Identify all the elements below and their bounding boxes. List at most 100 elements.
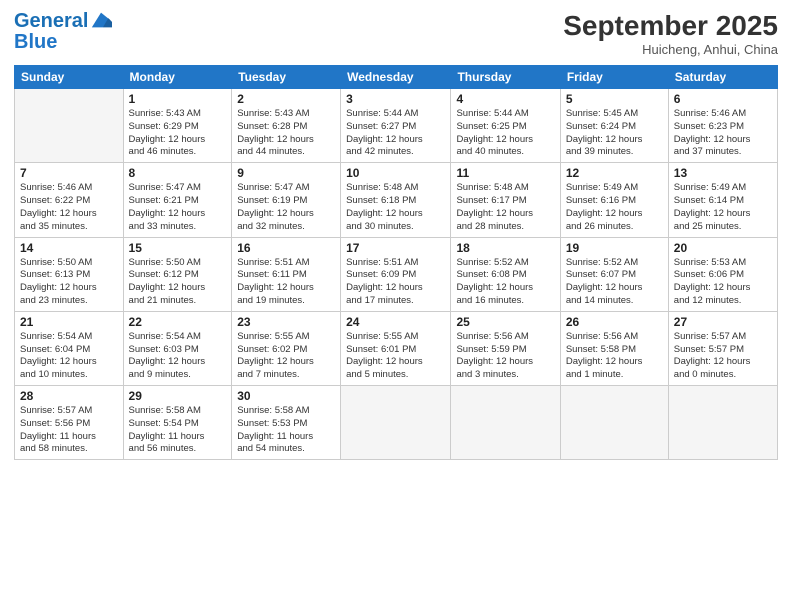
day-number: 10 — [346, 166, 445, 180]
cell-week0-day1: 1 Sunrise: 5:43 AM Sunset: 6:29 PM Daylig… — [123, 89, 232, 163]
cell-week1-day5: 12Sunrise: 5:49 AM Sunset: 6:16 PM Dayli… — [560, 163, 668, 237]
day-info: Sunrise: 5:54 AM Sunset: 6:04 PM Dayligh… — [20, 331, 118, 382]
day-info: Sunrise: 5:50 AM Sunset: 6:12 PM Dayligh… — [129, 257, 227, 308]
day-info: Sunrise: 5:57 AM Sunset: 5:56 PM Dayligh… — [20, 405, 118, 456]
day-info: Sunrise: 5:53 AM Sunset: 6:06 PM Dayligh… — [674, 257, 772, 308]
cell-week3-day4: 25 Sunrise: 5:56 AM Sunset: 5:59 PM Dayli… — [451, 311, 560, 385]
day-number: 1 — [129, 92, 227, 106]
day-info: Sunrise: 5:56 AM Sunset: 5:58 PM Dayligh… — [566, 331, 663, 382]
cell-week2-day3: 17 Sunrise: 5:51 AM Sunset: 6:09 PM Dayli… — [341, 237, 451, 311]
day-info: Sunrise: 5:54 AM Sunset: 6:03 PM Dayligh… — [129, 331, 227, 382]
cell-week1-day1: 8Sunrise: 5:47 AM Sunset: 6:21 PM Daylig… — [123, 163, 232, 237]
header-saturday: Saturday — [668, 66, 777, 89]
day-info: Sunrise: 5:46 AM Sunset: 6:22 PM Dayligh… — [20, 182, 118, 233]
day-number: 6 — [674, 92, 772, 106]
logo-blue: Blue — [14, 32, 112, 52]
day-number: 3 — [346, 92, 445, 106]
week-row-3: 21 Sunrise: 5:54 AM Sunset: 6:04 PM Dayli… — [15, 311, 778, 385]
day-number: 24 — [346, 315, 445, 329]
cell-week2-day2: 16 Sunrise: 5:51 AM Sunset: 6:11 PM Dayli… — [232, 237, 341, 311]
header-friday: Friday — [560, 66, 668, 89]
logo: General Blue — [14, 10, 112, 52]
cell-week2-day6: 20 Sunrise: 5:53 AM Sunset: 6:06 PM Dayli… — [668, 237, 777, 311]
weekday-header-row: Sunday Monday Tuesday Wednesday Thursday… — [15, 66, 778, 89]
day-number: 5 — [566, 92, 663, 106]
cell-week4-day3 — [341, 386, 451, 460]
cell-week1-day3: 10Sunrise: 5:48 AM Sunset: 6:18 PM Dayli… — [341, 163, 451, 237]
day-number: 25 — [456, 315, 554, 329]
cell-week3-day1: 22 Sunrise: 5:54 AM Sunset: 6:03 PM Dayli… — [123, 311, 232, 385]
day-info: Sunrise: 5:58 AM Sunset: 5:54 PM Dayligh… — [129, 405, 227, 456]
day-info: Sunrise: 5:55 AM Sunset: 6:01 PM Dayligh… — [346, 331, 445, 382]
day-info: Sunrise: 5:49 AM Sunset: 6:16 PM Dayligh… — [566, 182, 663, 233]
title-block: September 2025 Huicheng, Anhui, China — [563, 10, 778, 57]
day-number: 2 — [237, 92, 335, 106]
cell-week4-day5 — [560, 386, 668, 460]
week-row-2: 14Sunrise: 5:50 AM Sunset: 6:13 PM Dayli… — [15, 237, 778, 311]
cell-week1-day6: 13 Sunrise: 5:49 AM Sunset: 6:14 PM Dayli… — [668, 163, 777, 237]
calendar-table: Sunday Monday Tuesday Wednesday Thursday… — [14, 65, 778, 460]
day-info: Sunrise: 5:57 AM Sunset: 5:57 PM Dayligh… — [674, 331, 772, 382]
cell-week3-day0: 21 Sunrise: 5:54 AM Sunset: 6:04 PM Dayli… — [15, 311, 124, 385]
cell-week4-day1: 29 Sunrise: 5:58 AM Sunset: 5:54 PM Dayli… — [123, 386, 232, 460]
day-number: 18 — [456, 241, 554, 255]
cell-week1-day2: 9Sunrise: 5:47 AM Sunset: 6:19 PM Daylig… — [232, 163, 341, 237]
day-number: 27 — [674, 315, 772, 329]
calendar-page: General Blue September 2025 Huicheng, An… — [0, 0, 792, 612]
day-info: Sunrise: 5:44 AM Sunset: 6:27 PM Dayligh… — [346, 108, 445, 159]
day-number: 7 — [20, 166, 118, 180]
day-info: Sunrise: 5:43 AM Sunset: 6:29 PM Dayligh… — [129, 108, 227, 159]
cell-week2-day0: 14Sunrise: 5:50 AM Sunset: 6:13 PM Dayli… — [15, 237, 124, 311]
day-number: 20 — [674, 241, 772, 255]
day-info: Sunrise: 5:43 AM Sunset: 6:28 PM Dayligh… — [237, 108, 335, 159]
cell-week4-day0: 28 Sunrise: 5:57 AM Sunset: 5:56 PM Dayli… — [15, 386, 124, 460]
day-number: 26 — [566, 315, 663, 329]
header-thursday: Thursday — [451, 66, 560, 89]
header-tuesday: Tuesday — [232, 66, 341, 89]
cell-week0-day6: 6 Sunrise: 5:46 AM Sunset: 6:23 PM Daylig… — [668, 89, 777, 163]
day-number: 29 — [129, 389, 227, 403]
day-info: Sunrise: 5:47 AM Sunset: 6:21 PM Dayligh… — [129, 182, 227, 233]
cell-week4-day6 — [668, 386, 777, 460]
week-row-0: 1 Sunrise: 5:43 AM Sunset: 6:29 PM Daylig… — [15, 89, 778, 163]
month-title: September 2025 — [563, 10, 778, 42]
day-number: 13 — [674, 166, 772, 180]
day-number: 23 — [237, 315, 335, 329]
day-info: Sunrise: 5:51 AM Sunset: 6:09 PM Dayligh… — [346, 257, 445, 308]
cell-week2-day4: 18 Sunrise: 5:52 AM Sunset: 6:08 PM Dayli… — [451, 237, 560, 311]
day-number: 16 — [237, 241, 335, 255]
day-info: Sunrise: 5:56 AM Sunset: 5:59 PM Dayligh… — [456, 331, 554, 382]
day-info: Sunrise: 5:51 AM Sunset: 6:11 PM Dayligh… — [237, 257, 335, 308]
header: General Blue September 2025 Huicheng, An… — [14, 10, 778, 57]
cell-week4-day2: 30Sunrise: 5:58 AM Sunset: 5:53 PM Dayli… — [232, 386, 341, 460]
day-number: 15 — [129, 241, 227, 255]
cell-week4-day4 — [451, 386, 560, 460]
day-number: 22 — [129, 315, 227, 329]
day-number: 14 — [20, 241, 118, 255]
day-number: 28 — [20, 389, 118, 403]
day-number: 21 — [20, 315, 118, 329]
cell-week3-day2: 23 Sunrise: 5:55 AM Sunset: 6:02 PM Dayli… — [232, 311, 341, 385]
day-info: Sunrise: 5:58 AM Sunset: 5:53 PM Dayligh… — [237, 405, 335, 456]
cell-week0-day5: 5Sunrise: 5:45 AM Sunset: 6:24 PM Daylig… — [560, 89, 668, 163]
day-info: Sunrise: 5:47 AM Sunset: 6:19 PM Dayligh… — [237, 182, 335, 233]
header-wednesday: Wednesday — [341, 66, 451, 89]
day-info: Sunrise: 5:55 AM Sunset: 6:02 PM Dayligh… — [237, 331, 335, 382]
cell-week2-day5: 19 Sunrise: 5:52 AM Sunset: 6:07 PM Dayli… — [560, 237, 668, 311]
day-info: Sunrise: 5:49 AM Sunset: 6:14 PM Dayligh… — [674, 182, 772, 233]
day-info: Sunrise: 5:52 AM Sunset: 6:07 PM Dayligh… — [566, 257, 663, 308]
header-sunday: Sunday — [15, 66, 124, 89]
day-info: Sunrise: 5:52 AM Sunset: 6:08 PM Dayligh… — [456, 257, 554, 308]
cell-week1-day0: 7 Sunrise: 5:46 AM Sunset: 6:22 PM Daylig… — [15, 163, 124, 237]
cell-week0-day0 — [15, 89, 124, 163]
day-info: Sunrise: 5:48 AM Sunset: 6:17 PM Dayligh… — [456, 182, 554, 233]
header-monday: Monday — [123, 66, 232, 89]
day-number: 19 — [566, 241, 663, 255]
day-number: 17 — [346, 241, 445, 255]
cell-week1-day4: 11 Sunrise: 5:48 AM Sunset: 6:17 PM Dayli… — [451, 163, 560, 237]
day-number: 11 — [456, 166, 554, 180]
logo-text: General — [14, 10, 88, 32]
cell-week2-day1: 15 Sunrise: 5:50 AM Sunset: 6:12 PM Dayli… — [123, 237, 232, 311]
day-info: Sunrise: 5:46 AM Sunset: 6:23 PM Dayligh… — [674, 108, 772, 159]
week-row-1: 7 Sunrise: 5:46 AM Sunset: 6:22 PM Daylig… — [15, 163, 778, 237]
